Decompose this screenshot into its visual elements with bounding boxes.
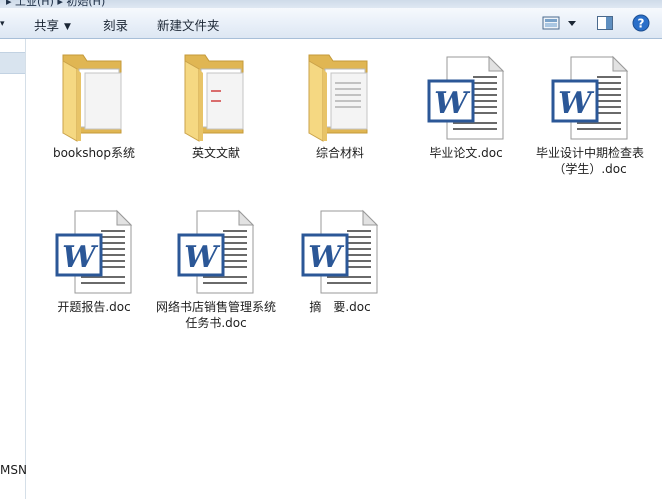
file-name: 毕业设计中期检查表（学生）.doc (535, 146, 644, 176)
navigation-pane[interactable]: MSN (0, 39, 27, 499)
file-name: 综合材料 (315, 146, 364, 160)
svg-text:W: W (184, 240, 221, 275)
chevron-down-icon: ▼ (64, 22, 71, 32)
address-bar-strip: ▸ 工业(H) ▸ 初始(H) (0, 0, 662, 8)
word-doc-icon: W (301, 209, 379, 294)
chevron-down-icon: ▾ (0, 19, 5, 29)
help-icon: ? (632, 14, 650, 32)
svg-text:?: ? (638, 17, 645, 31)
preview-pane-icon (597, 16, 613, 30)
file-name: 网络书店销售管理系统任务书.doc (156, 300, 277, 330)
svg-text:W: W (62, 240, 99, 275)
view-icon (542, 16, 576, 30)
file-name: bookshop系统 (52, 146, 136, 160)
file-name: 毕业论文.doc (429, 146, 503, 160)
document-item[interactable]: W 网络书店销售管理系统任务书.doc (156, 201, 276, 331)
breadcrumb[interactable]: ▸ 工业(H) ▸ 初始(H) (6, 0, 105, 8)
new-folder-label: 新建文件夹 (157, 18, 220, 33)
document-item[interactable]: W 开题报告.doc (34, 201, 154, 315)
command-bar: ▾ 共享 ▼ 刻录 新建文件夹 ? (0, 8, 662, 39)
word-doc-icon: W (177, 209, 255, 294)
file-name: 英文文献 (191, 146, 240, 160)
folder-item[interactable]: bookshop系统 (34, 47, 154, 161)
file-name: 摘 要.doc (309, 300, 371, 314)
word-doc-icon: W (427, 55, 505, 140)
view-options-button[interactable] (541, 14, 581, 35)
svg-text:W: W (558, 86, 595, 121)
file-list[interactable]: bookshop系统 英文文献 综合材料 W 毕业论文.doc W 毕业设计中期… (26, 39, 662, 499)
folder-item[interactable]: 综合材料 (280, 47, 400, 161)
svg-text:W: W (434, 86, 471, 121)
document-item[interactable]: W 摘 要.doc (280, 201, 400, 315)
folder-icon (308, 54, 368, 142)
nav-item-msn[interactable]: MSN (0, 463, 27, 477)
document-item[interactable]: W 毕业设计中期检查表（学生）.doc (530, 47, 650, 177)
folder-item[interactable]: 英文文献 (156, 47, 276, 161)
nav-selected-item[interactable] (0, 52, 25, 74)
new-folder-button[interactable]: 新建文件夹 (157, 15, 220, 34)
burn-button[interactable]: 刻录 (103, 15, 128, 34)
word-doc-icon: W (55, 209, 133, 294)
burn-label: 刻录 (103, 18, 129, 33)
file-name: 开题报告.doc (57, 300, 131, 314)
share-button[interactable]: 共享 ▼ (34, 15, 71, 34)
toolbar-overflow-chevron[interactable]: ▾ (0, 15, 5, 30)
preview-pane-button[interactable] (596, 14, 614, 35)
svg-text:W: W (308, 240, 345, 275)
share-label: 共享 (34, 18, 60, 33)
word-doc-icon: W (551, 55, 629, 140)
help-button[interactable]: ? (632, 14, 650, 35)
document-item[interactable]: W 毕业论文.doc (406, 47, 526, 161)
folder-icon (62, 54, 122, 142)
folder-icon (184, 54, 244, 142)
